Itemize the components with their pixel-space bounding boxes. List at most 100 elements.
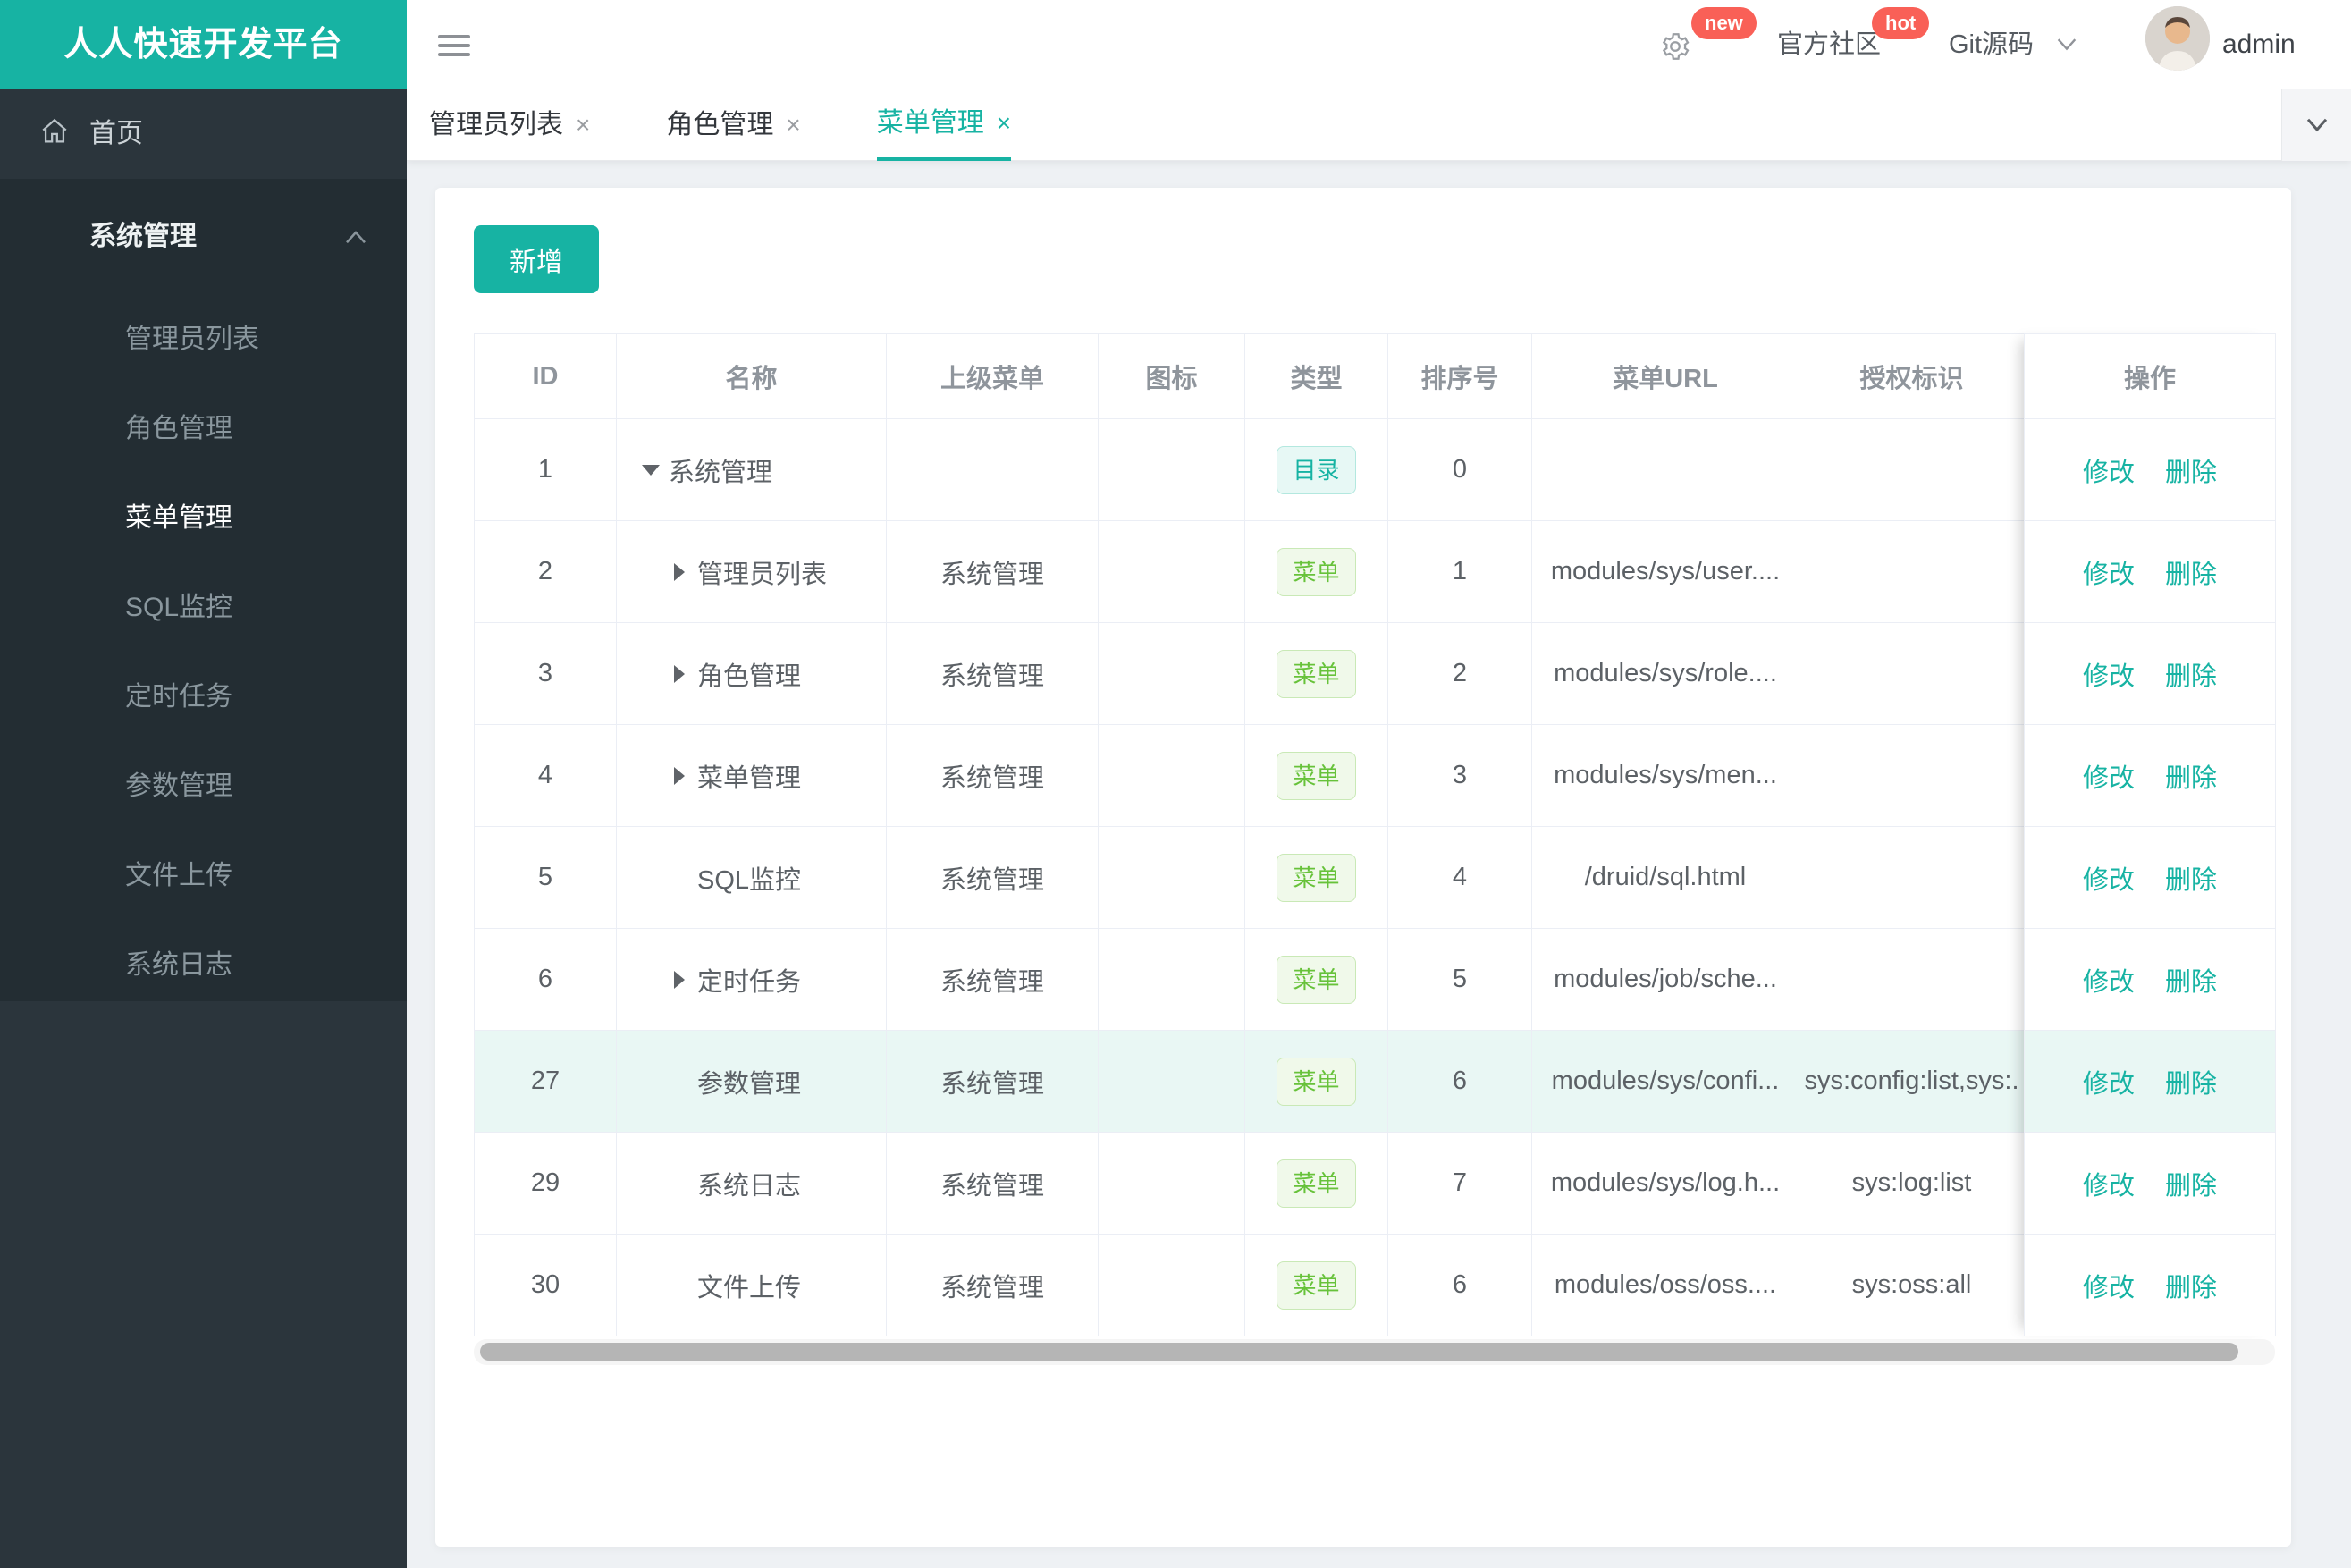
tab-close-icon[interactable]: × — [576, 113, 590, 138]
cell-icon — [1098, 928, 1245, 1031]
type-badge: 菜单 — [1277, 1057, 1356, 1106]
cell-icon — [1098, 1030, 1245, 1133]
tab[interactable]: 菜单管理 × — [876, 89, 1012, 161]
cell-id: 29 — [474, 1132, 617, 1235]
edit-link[interactable]: 修改 — [2083, 1172, 2135, 1201]
settings-button[interactable] — [1659, 30, 1691, 63]
column-header: 上级菜单 — [886, 333, 1099, 419]
add-button[interactable]: 新增 — [474, 225, 599, 293]
delete-link[interactable]: 删除 — [2165, 764, 2217, 793]
cell-operations: 修改 删除 — [2024, 520, 2276, 623]
tabs: 管理员列表 × 角色管理 × 菜单管理 × — [429, 89, 1087, 161]
sidebar-item[interactable]: 菜单管理 — [0, 474, 407, 563]
git-source-link[interactable]: Git源码 — [1949, 0, 2034, 89]
cell-type: 菜单 — [1244, 1132, 1388, 1235]
cell-icon — [1098, 1234, 1245, 1336]
tab[interactable]: 管理员列表 × — [429, 89, 590, 161]
delete-link[interactable]: 删除 — [2165, 1274, 2217, 1302]
cell-operations: 修改 删除 — [2024, 724, 2276, 827]
delete-link[interactable]: 删除 — [2165, 866, 2217, 895]
cell-order: 2 — [1387, 622, 1532, 725]
cell-menu-url: modules/sys/men... — [1531, 724, 1799, 827]
cell-type: 目录 — [1244, 418, 1388, 521]
menu-name: 系统日志 — [697, 1171, 802, 1201]
cell-operations: 修改 删除 — [2024, 1030, 2276, 1133]
column-header: 类型 — [1244, 333, 1388, 419]
type-badge: 菜单 — [1277, 955, 1356, 1004]
delete-link[interactable]: 删除 — [2165, 561, 2217, 589]
scrollbar-thumb[interactable] — [480, 1343, 2238, 1361]
cell-menu-url: modules/sys/confi... — [1531, 1030, 1799, 1133]
sidebar-item[interactable]: 管理员列表 — [0, 295, 407, 384]
sidebar-item[interactable]: 定时任务 — [0, 653, 407, 742]
caret-glyph — [674, 664, 685, 683]
name-inner: 系统管理 — [618, 451, 886, 489]
expand-icon[interactable] — [672, 562, 687, 581]
sidebar-item[interactable]: SQL监控 — [0, 563, 407, 653]
edit-link[interactable]: 修改 — [2083, 866, 2135, 895]
tab-close-icon[interactable]: × — [786, 113, 800, 138]
collapse-icon[interactable] — [642, 464, 660, 476]
delete-link[interactable]: 删除 — [2165, 1070, 2217, 1099]
tabs-dropdown-button[interactable] — [2281, 89, 2351, 161]
tab-label: 菜单管理 — [876, 108, 984, 138]
edit-link[interactable]: 修改 — [2083, 459, 2135, 487]
cell-operations: 修改 删除 — [2024, 826, 2276, 929]
tab-bar: 管理员列表 × 角色管理 × 菜单管理 × — [407, 89, 2351, 161]
delete-link[interactable]: 删除 — [2165, 968, 2217, 997]
expand-icon[interactable] — [672, 766, 687, 785]
delete-link[interactable]: 删除 — [2165, 459, 2217, 487]
caret-glyph — [674, 562, 685, 581]
tab-close-icon[interactable]: × — [997, 111, 1011, 136]
edit-link[interactable]: 修改 — [2083, 561, 2135, 589]
cell-name: 角色管理 — [616, 622, 887, 725]
type-badge: 菜单 — [1277, 547, 1356, 596]
cell-operations: 修改 删除 — [2024, 1234, 2276, 1336]
cell-auth — [1799, 520, 2025, 623]
sidebar-group-toggle[interactable]: 系统管理 — [0, 179, 407, 295]
cell-type: 菜单 — [1244, 622, 1388, 725]
cell-menu-url: /druid/sql.html — [1531, 826, 1799, 929]
sidebar-submenu: 管理员列表 角色管理 菜单管理 SQL监控 定时任务 参数管理 文件上传 系统日志 — [0, 295, 407, 1010]
sidebar-item[interactable]: 文件上传 — [0, 831, 407, 921]
cell-parent-menu: 系统管理 — [886, 826, 1099, 929]
edit-link[interactable]: 修改 — [2083, 764, 2135, 793]
username[interactable]: admin — [2222, 0, 2296, 89]
sidebar-item[interactable]: 系统日志 — [0, 921, 407, 1010]
sidebar-item-home[interactable]: 首页 — [0, 89, 407, 179]
avatar[interactable] — [2145, 6, 2210, 71]
edit-link[interactable]: 修改 — [2083, 1274, 2135, 1302]
content-card: 新增 ID 名称 上级菜单 图标 类型 排序号 菜单URL 授权标识 操作 1 系统管理 目录 0 修改… — [435, 188, 2291, 1547]
cell-name: 系统管理 — [616, 418, 887, 521]
expand-icon[interactable] — [672, 970, 687, 989]
sidebar-item[interactable]: 角色管理 — [0, 384, 407, 474]
menu-table: ID 名称 上级菜单 图标 类型 排序号 菜单URL 授权标识 操作 1 系统管理 目录 0 修改 删除 2… — [474, 333, 2276, 1336]
cell-menu-url — [1531, 418, 1799, 521]
cell-menu-url: modules/sys/log.h... — [1531, 1132, 1799, 1235]
edit-link[interactable]: 修改 — [2083, 968, 2135, 997]
expand-icon[interactable] — [672, 664, 687, 683]
type-badge: 菜单 — [1277, 1159, 1356, 1208]
cell-order: 1 — [1387, 520, 1532, 623]
type-badge: 菜单 — [1277, 853, 1356, 902]
delete-link[interactable]: 删除 — [2165, 1172, 2217, 1201]
name-inner: 文件上传 — [618, 1267, 886, 1304]
cell-name: 系统日志 — [616, 1132, 887, 1235]
type-badge: 菜单 — [1277, 751, 1356, 800]
cell-id: 3 — [474, 622, 617, 725]
edit-link[interactable]: 修改 — [2083, 662, 2135, 691]
cell-menu-url: modules/job/sche... — [1531, 928, 1799, 1031]
edit-link[interactable]: 修改 — [2083, 1070, 2135, 1099]
cell-order: 3 — [1387, 724, 1532, 827]
delete-link[interactable]: 删除 — [2165, 662, 2217, 691]
tab[interactable]: 角色管理 × — [666, 89, 800, 161]
cell-auth — [1799, 622, 2025, 725]
chevron-down-icon[interactable] — [2054, 36, 2079, 54]
type-badge: 目录 — [1277, 445, 1356, 494]
community-link[interactable]: 官方社区 — [1777, 0, 1881, 89]
menu-name: 菜单管理 — [697, 763, 802, 793]
sidebar-item[interactable]: 参数管理 — [0, 742, 407, 831]
tab-label: 角色管理 — [666, 110, 774, 139]
cell-name: 菜单管理 — [616, 724, 887, 827]
sidebar-toggle-button[interactable] — [438, 30, 474, 62]
